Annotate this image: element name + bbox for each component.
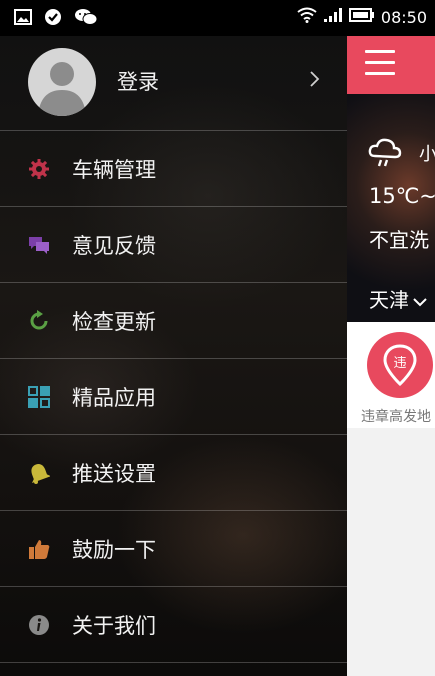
menu-item-label: 检查更新 xyxy=(72,310,156,334)
gallery-icon xyxy=(14,9,32,29)
login-label: 登录 xyxy=(117,70,159,94)
location-pin-icon: 违 xyxy=(367,332,433,398)
chevron-down-icon xyxy=(413,292,427,311)
top-bar xyxy=(347,36,435,94)
car-wash-advice: 不宜洗 xyxy=(369,228,429,252)
thumbs-up-icon xyxy=(28,538,50,560)
clock: 08:50 xyxy=(380,7,427,27)
status-bar: 08:50 xyxy=(0,0,435,36)
menu-item-label: 精品应用 xyxy=(72,386,156,410)
rain-cloud-icon xyxy=(367,134,403,170)
bell-icon xyxy=(28,462,51,484)
wechat-icon xyxy=(74,8,98,30)
signal-icon xyxy=(323,7,343,27)
hamburger-menu-icon[interactable] xyxy=(365,50,395,76)
menu-item-push-settings[interactable]: 推送设置 xyxy=(0,434,347,510)
divider xyxy=(0,662,347,664)
battery-icon xyxy=(348,7,375,27)
menu-item-label: 车辆管理 xyxy=(72,158,156,182)
menu-item-about-us[interactable]: 关于我们 xyxy=(0,586,347,662)
violation-hotspot-label: 违章高发地 xyxy=(361,409,431,425)
drawer-menu: 车辆管理 意见反馈 检查更新 精品应用 推送设置 鼓励一下 关于我们 xyxy=(0,130,347,664)
weather-condition: 小 xyxy=(419,144,435,165)
wifi-icon xyxy=(297,7,317,27)
main-content: 小 15℃~ 不宜洗 天津 违 违章高发地 xyxy=(347,36,435,676)
menu-item-encourage[interactable]: 鼓励一下 xyxy=(0,510,347,586)
menu-item-label: 推送设置 xyxy=(72,462,156,486)
menu-item-vehicle-management[interactable]: 车辆管理 xyxy=(0,130,347,206)
chevron-right-icon xyxy=(306,71,322,87)
menu-item-featured-apps[interactable]: 精品应用 xyxy=(0,358,347,434)
violation-char: 违 xyxy=(393,356,406,371)
info-icon xyxy=(28,614,50,636)
login-row[interactable]: 登录 xyxy=(0,36,347,130)
menu-item-label: 鼓励一下 xyxy=(72,538,156,562)
weather-panel: 小 15℃~ 不宜洗 天津 xyxy=(347,94,435,322)
check-circle-icon xyxy=(44,8,62,30)
city-selector[interactable]: 天津 xyxy=(369,284,427,313)
temperature-range: 15℃~ xyxy=(369,184,435,208)
navigation-drawer: 登录 车辆管理 意见反馈 检查更新 精品应用 推送设置 鼓励一下 关于我们 xyxy=(0,36,347,676)
city-name: 天津 xyxy=(369,288,409,312)
avatar xyxy=(28,48,96,116)
menu-item-label: 意见反馈 xyxy=(72,234,156,258)
violation-hotspot-tile[interactable]: 违 违章高发地 xyxy=(347,322,435,428)
menu-item-check-update[interactable]: 检查更新 xyxy=(0,282,347,358)
app-grid-icon xyxy=(28,386,50,408)
app-screen: 08:50 小 15℃~ 不宜洗 天津 违 违章高发地 登录 车辆管理 意见反馈… xyxy=(0,0,435,676)
refresh-icon xyxy=(28,310,50,332)
gear-icon xyxy=(28,158,50,180)
menu-item-feedback[interactable]: 意见反馈 xyxy=(0,206,347,282)
menu-item-label: 关于我们 xyxy=(72,614,156,638)
chat-bubbles-icon xyxy=(28,234,50,256)
